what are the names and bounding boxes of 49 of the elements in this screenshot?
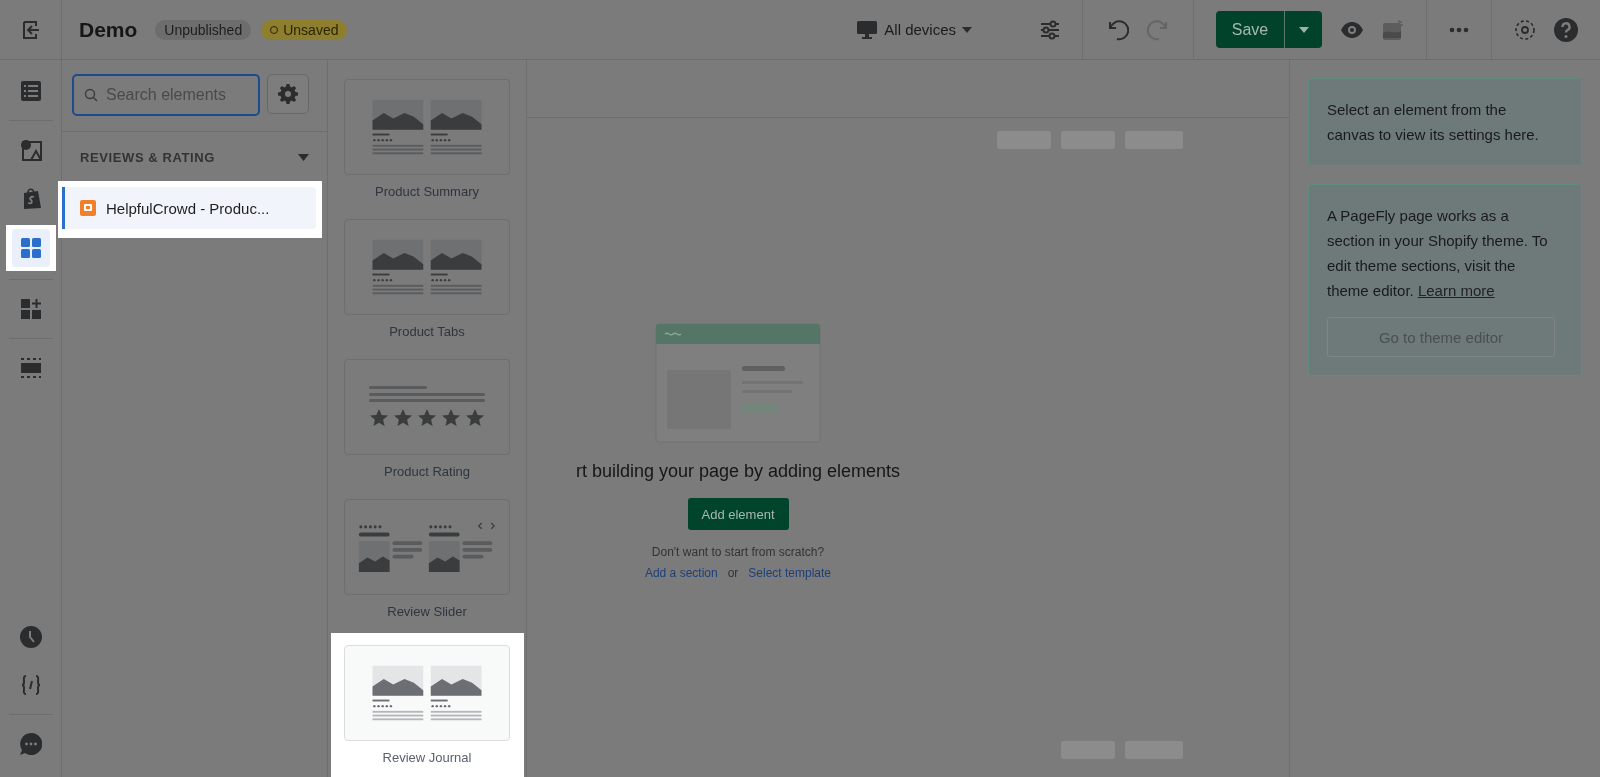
save-options-button[interactable] — [1284, 11, 1322, 48]
save-button[interactable]: Save — [1216, 11, 1284, 48]
gear-icon — [278, 84, 298, 104]
page-title: Demo — [79, 17, 138, 42]
element-card[interactable] — [344, 359, 510, 455]
help-icon[interactable] — [1554, 17, 1578, 42]
element-list-item[interactable]: HelpfulCrowd - Produc... — [62, 187, 316, 229]
code-icon — [19, 674, 42, 696]
caret-icon — [1298, 26, 1309, 33]
element-label: Product Rating — [384, 464, 470, 479]
prompt-text: Don't want to start from scratch? — [651, 545, 825, 559]
element-label: Product Summary — [374, 184, 479, 199]
section-icon — [19, 357, 42, 379]
settings-button[interactable] — [267, 74, 309, 114]
element-label: Review Journal — [382, 750, 472, 765]
learn-more-link[interactable]: Learn more — [1417, 282, 1495, 299]
status-badge: Unsaved — [261, 19, 348, 40]
image-icon[interactable] — [1382, 18, 1404, 41]
element-card[interactable] — [344, 219, 510, 315]
info-text: A PageFly page works as a section in your Shopify theme. To edit theme sections, visit the theme editor. Learn more — [1327, 206, 1549, 301]
separator-text: or — [727, 566, 739, 580]
settings-icon[interactable] — [1514, 18, 1536, 41]
sliders-icon[interactable] — [1040, 19, 1060, 40]
canvas-heading: rt building your page by adding elements — [575, 461, 901, 482]
add-grid-icon — [19, 298, 42, 320]
status-badge: Unpublished — [155, 19, 252, 40]
info-text: Select an element from the canvas to view its settings here. — [1327, 100, 1540, 145]
add-section-link[interactable]: Add a section — [644, 566, 718, 580]
search-icon — [84, 88, 98, 102]
element-card[interactable] — [344, 79, 510, 175]
eye-icon[interactable] — [1340, 21, 1364, 38]
select-template-link[interactable]: Select template — [748, 566, 832, 580]
element-label: Review Slider — [387, 604, 467, 619]
element-label: Product Tabs — [389, 324, 465, 339]
caret-icon — [298, 154, 309, 161]
monitor-icon — [856, 19, 879, 40]
chat-icon — [19, 733, 42, 755]
grid-icon — [19, 237, 42, 259]
app-logo-icon — [80, 200, 96, 216]
device-dropdown[interactable]: All devices — [846, 19, 982, 40]
list-icon — [19, 80, 42, 102]
clock-icon — [19, 626, 42, 648]
element-card[interactable] — [344, 499, 510, 595]
more-icon[interactable] — [1449, 26, 1469, 33]
sidebar-tab[interactable] — [11, 229, 50, 267]
shapes-icon — [19, 139, 42, 161]
add-element-button[interactable]: Add element — [687, 498, 789, 530]
caret-icon — [962, 26, 972, 33]
category-header[interactable]: REVIEWS & RATING — [62, 132, 327, 181]
